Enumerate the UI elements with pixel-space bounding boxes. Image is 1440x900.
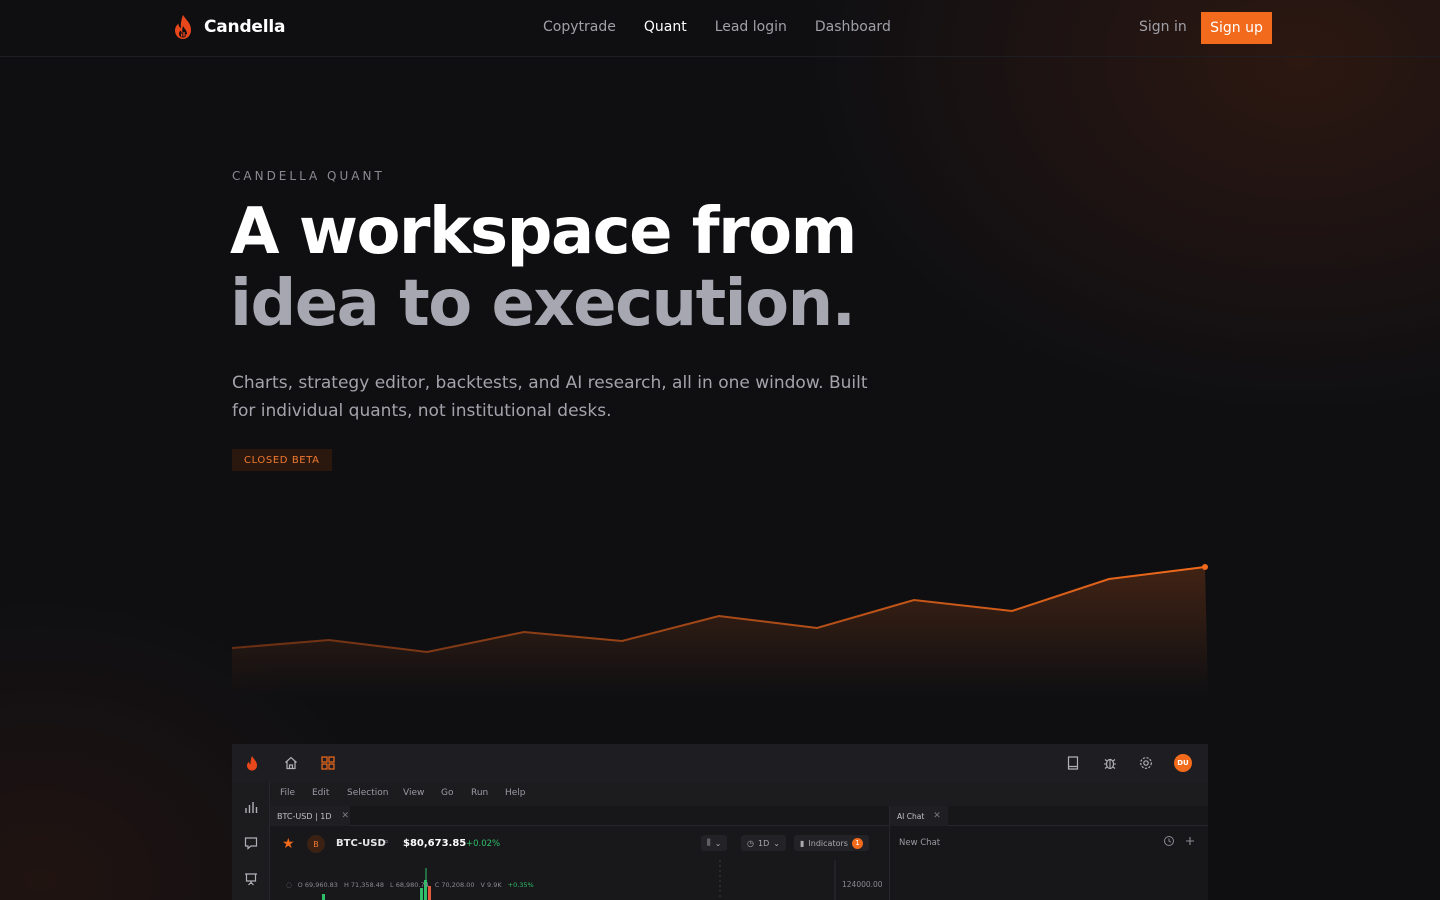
- brand-name: Candella: [204, 17, 286, 37]
- tab-ai-chat[interactable]: AI Chat ✕: [890, 806, 948, 826]
- user-avatar[interactable]: DU: [1174, 754, 1192, 772]
- flame-logo-icon[interactable]: [244, 755, 260, 771]
- grid-apps-icon[interactable]: [320, 755, 336, 771]
- menu-view[interactable]: View: [403, 788, 424, 798]
- timeframe-select[interactable]: ◷ 1D ⌄: [741, 835, 786, 851]
- ohlc-close: C 70,208.00: [434, 881, 475, 889]
- chart-header: ★ B BTC-USD ⌕ $80,673.85 +0.02% ⫼ ⌄ ◷ 1D…: [270, 826, 888, 860]
- headline-line-1: A workspace from: [230, 195, 857, 269]
- hero-headline: A workspace from idea to execution.: [230, 195, 857, 341]
- closed-beta-badge: CLOSED BETA: [232, 449, 332, 471]
- chevron-down-icon: ⌄: [714, 838, 722, 848]
- ohlc-open: O 69,960.83: [297, 881, 338, 889]
- search-icon[interactable]: ⌕: [384, 837, 389, 847]
- ohlc-readout: ◌ O 69,960.83 H 71,358.48 L 68,980.74 C …: [286, 881, 534, 889]
- menu-run[interactable]: Run: [471, 788, 488, 798]
- new-chat-label[interactable]: New Chat: [899, 838, 940, 848]
- chart-type-select[interactable]: ⫼ ⌄: [701, 835, 728, 851]
- menu-edit[interactable]: Edit: [312, 788, 329, 798]
- symbol-label[interactable]: BTC-USD: [336, 838, 386, 849]
- candle: [420, 888, 423, 900]
- nav-link-dashboard[interactable]: Dashboard: [815, 19, 891, 35]
- price-change: +0.02%: [466, 839, 501, 849]
- menu-go[interactable]: Go: [441, 788, 453, 798]
- hero-subtitle: Charts, strategy editor, backtests, and …: [232, 373, 868, 421]
- close-icon[interactable]: ✕: [342, 811, 350, 821]
- nav-link-copytrade[interactable]: Copytrade: [543, 19, 616, 35]
- hero-eyebrow: CANDELLA QUANT: [232, 169, 385, 183]
- indicators-count-badge: 1: [851, 837, 863, 849]
- menu-selection[interactable]: Selection: [347, 788, 388, 798]
- menu-file[interactable]: File: [280, 788, 295, 798]
- clock-icon: ◷: [747, 838, 754, 848]
- candles-icon: ⫼: [707, 838, 711, 847]
- coin-badge: B: [307, 835, 325, 853]
- price-value: $80,673.85: [403, 838, 467, 849]
- book-icon[interactable]: [1065, 755, 1081, 771]
- easel-icon[interactable]: [243, 871, 259, 887]
- timeframe-value: 1D: [757, 838, 770, 848]
- bar-chart-icon[interactable]: [243, 799, 259, 815]
- price-axis-label: 124000.00: [842, 880, 883, 889]
- ai-chat-panel: New Chat: [889, 826, 1208, 900]
- left-rail: [232, 782, 270, 900]
- history-icon[interactable]: [1163, 835, 1175, 847]
- ohlc-low: L 68,980.74: [390, 881, 429, 889]
- tab-btc-usd-chart[interactable]: BTC-USD | 1D ✕: [270, 806, 350, 826]
- plus-icon[interactable]: [1184, 835, 1196, 847]
- hero-chart-endpoint: [1202, 564, 1208, 570]
- ai-chat-tabs: AI Chat ✕: [889, 806, 1208, 826]
- nav-link-lead-login[interactable]: Lead login: [715, 19, 787, 35]
- ohlc-volume: V 9.9K: [480, 881, 502, 889]
- candle: [322, 894, 325, 900]
- ohlc-high: H 71,358.48: [343, 881, 385, 889]
- bug-icon[interactable]: [1102, 755, 1118, 771]
- app-top-bar: DU: [232, 744, 1208, 782]
- price-chart-area: [322, 860, 836, 900]
- bar-chart-icon: ▮: [800, 838, 805, 848]
- eye-off-icon[interactable]: ◌: [286, 881, 292, 889]
- brand[interactable]: Candella: [172, 14, 285, 40]
- top-nav: Candella Copytrade Quant Lead login Dash…: [0, 0, 1440, 57]
- flame-logo-icon: [175, 15, 191, 39]
- indicators-button[interactable]: ▮ Indicators 1: [794, 835, 869, 851]
- home-icon[interactable]: [283, 755, 299, 771]
- ohlc-change: +0.35%: [507, 881, 534, 889]
- menu-bar: File Edit Selection View Go Run Help: [270, 782, 1208, 806]
- nav-links: Copytrade Quant Lead login Dashboard: [543, 19, 891, 35]
- star-icon[interactable]: ★: [282, 836, 295, 852]
- close-icon[interactable]: ✕: [933, 811, 941, 821]
- app-preview-window: DU File Edit Selection View Go Run Help …: [232, 744, 1208, 900]
- hero-decorative-line-chart: [232, 564, 1208, 695]
- hero-chart-area: [232, 567, 1208, 695]
- chevron-down-icon: ⌄: [773, 838, 780, 848]
- tab-label: AI Chat: [897, 811, 925, 821]
- chat-bubble-icon[interactable]: [243, 835, 259, 851]
- gear-icon[interactable]: [1138, 755, 1154, 771]
- tab-label: BTC-USD | 1D: [277, 811, 332, 821]
- sign-up-button[interactable]: Sign up: [1201, 12, 1272, 44]
- nav-link-quant[interactable]: Quant: [644, 19, 687, 35]
- menu-help[interactable]: Help: [505, 788, 526, 798]
- editor-tabs: BTC-USD | 1D ✕: [270, 806, 890, 826]
- indicators-label: Indicators: [808, 838, 848, 848]
- sign-in-link[interactable]: Sign in: [1139, 19, 1187, 35]
- headline-line-2: idea to execution.: [230, 267, 856, 341]
